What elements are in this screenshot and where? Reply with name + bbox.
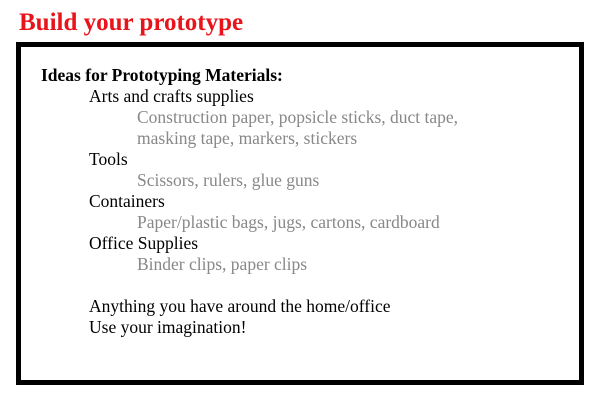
category-detail-line: Paper/plastic bags, jugs, cartons, cardb…	[137, 212, 440, 232]
materials-list: Ideas for Prototyping Materials: Arts an…	[41, 65, 569, 338]
materials-box: Ideas for Prototyping Materials: Arts an…	[16, 42, 584, 385]
category-detail-line: Scissors, rulers, glue guns	[137, 170, 320, 190]
note-imagination: Use your imagination!	[89, 317, 247, 337]
category-office-supplies: Office Supplies	[89, 233, 199, 253]
category-detail-line: Binder clips, paper clips	[137, 254, 308, 274]
category-detail-line: Construction paper, popsicle sticks, duc…	[137, 107, 459, 127]
note-home-office: Anything you have around the home/office	[89, 296, 391, 316]
category-tools: Tools	[89, 149, 128, 169]
category-containers: Containers	[89, 191, 165, 211]
category-arts-and-crafts: Arts and crafts supplies	[89, 86, 254, 106]
materials-heading: Ideas for Prototyping Materials:	[41, 65, 283, 85]
category-detail-line: masking tape, markers, stickers	[137, 128, 358, 148]
page-title: Build your prototype	[19, 9, 244, 36]
